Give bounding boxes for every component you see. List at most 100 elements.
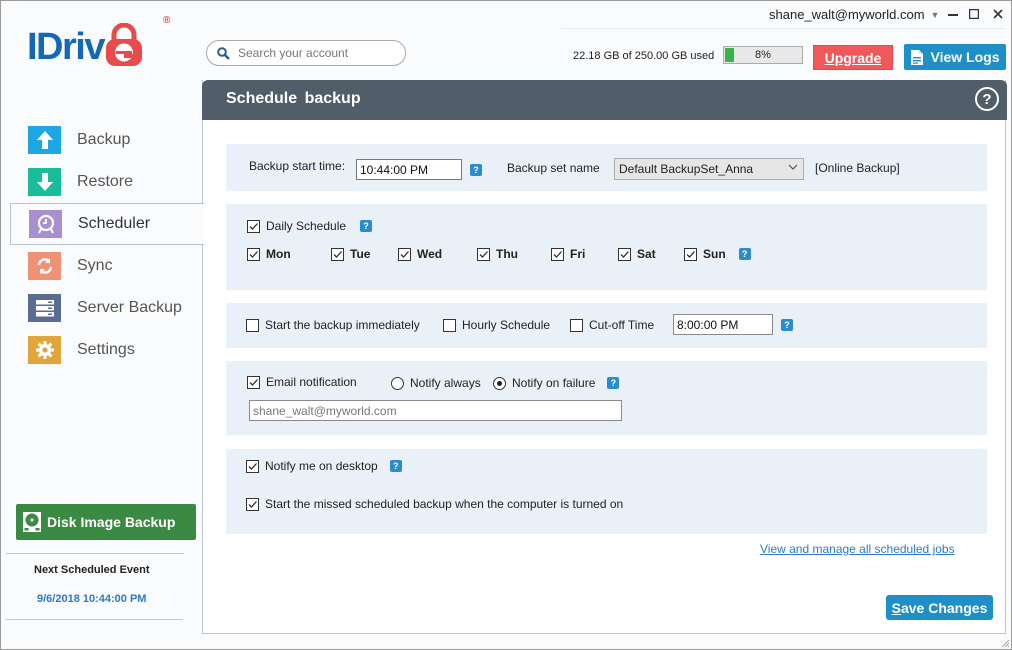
day-checkbox[interactable] (477, 247, 490, 261)
help-icon[interactable]: ? (781, 319, 793, 331)
maximize-icon (969, 9, 979, 19)
missed-backup-label: Start the missed scheduled backup when t… (265, 497, 624, 511)
download-arrow-icon (28, 168, 61, 196)
notify-desktop-label: Notify me on desktop (265, 459, 378, 473)
upgrade-button[interactable]: Upgrade (813, 45, 893, 70)
email-input[interactable] (249, 400, 622, 421)
app-window: shane_walt@myworld.com ▼ IDriv ® 22.18 G… (0, 0, 1012, 650)
day-checkbox[interactable] (551, 247, 564, 261)
help-icon[interactable]: ? (975, 87, 999, 111)
day-fri[interactable]: Fri (551, 247, 618, 261)
save-changes-button[interactable]: Save Changes (886, 595, 993, 620)
search-input[interactable] (238, 46, 388, 60)
day-label: Sun (703, 247, 726, 261)
day-label: Tue (350, 247, 371, 261)
sidebar-item-settings[interactable]: Settings (10, 329, 203, 371)
missed-backup-checkbox[interactable] (246, 497, 259, 511)
notify-on-failure-radio[interactable] (493, 376, 506, 390)
storage-usage-text: 22.18 GB of 250.00 GB used (573, 50, 715, 62)
disk-image-backup-label: Disk Image Backup (47, 514, 176, 530)
storage-usage-bar: 8% (723, 46, 803, 64)
backup-start-time-input[interactable] (356, 159, 462, 180)
disk-image-backup-button[interactable]: Disk Image Backup (16, 504, 196, 540)
help-icon[interactable]: ? (470, 164, 482, 176)
save-mnemonic: S (891, 599, 901, 616)
days-row: Mon Tue Wed Thu Fri Sat Sun ? (247, 247, 767, 261)
notify-on-failure-label: Notify on failure (512, 376, 596, 390)
clock-icon (29, 210, 62, 238)
day-label: Fri (570, 247, 586, 261)
day-wed[interactable]: Wed (398, 247, 477, 261)
email-notification-label: Email notification (266, 375, 357, 389)
day-thu[interactable]: Thu (477, 247, 551, 261)
day-label: Sat (637, 247, 656, 261)
backup-set-select[interactable]: Default BackupSet_Anna (614, 158, 804, 180)
panel-header: Schedule backup ? (202, 80, 1007, 120)
sidebar-item-sync[interactable]: Sync (10, 245, 203, 287)
day-label: Wed (417, 247, 443, 261)
chevron-down-icon (788, 162, 798, 175)
hourly-schedule-checkbox[interactable] (443, 318, 456, 332)
minimize-button[interactable] (942, 5, 964, 23)
day-checkbox[interactable] (331, 247, 344, 261)
day-tue[interactable]: Tue (331, 247, 398, 261)
registered-mark: ® (163, 15, 171, 26)
day-checkbox[interactable] (398, 247, 411, 261)
title-divider (561, 28, 1005, 29)
notify-desktop-checkbox[interactable] (246, 459, 259, 473)
minimize-icon (948, 14, 958, 16)
daily-schedule-checkbox[interactable] (247, 219, 260, 233)
sidebar-item-label: Settings (77, 341, 135, 358)
help-icon[interactable]: ? (360, 220, 373, 232)
help-icon[interactable]: ? (607, 377, 620, 389)
cutoff-time-checkbox[interactable] (570, 318, 583, 332)
document-icon (910, 49, 923, 65)
day-sun[interactable]: Sun ? (684, 247, 751, 261)
search-box[interactable] (206, 40, 406, 66)
next-scheduled-event-value: 9/6/2018 10:44:00 PM (37, 593, 147, 605)
email-notification-checkbox[interactable] (247, 375, 260, 389)
resize-grip-icon[interactable] (1000, 638, 1010, 648)
close-button[interactable] (987, 5, 1009, 23)
close-icon (993, 9, 1003, 19)
maximize-button[interactable] (963, 5, 985, 23)
help-icon[interactable]: ? (738, 248, 751, 260)
account-email: shane_walt@myworld.com (769, 7, 925, 22)
search-icon (217, 46, 230, 60)
backup-set-value: Default BackupSet_Anna (619, 162, 754, 176)
day-checkbox[interactable] (684, 247, 697, 261)
logo-text: IDriv (27, 26, 105, 68)
page-title: Schedule backup (226, 90, 361, 107)
sidebar-nav: Backup Restore Scheduler Sync Server Bac… (10, 119, 204, 371)
account-menu[interactable]: shane_walt@myworld.com ▼ (769, 7, 939, 22)
sidebar-item-label: Sync (77, 257, 113, 274)
hourly-schedule-label: Hourly Schedule (462, 318, 551, 332)
sync-icon (28, 252, 61, 280)
sidebar-item-label: Scheduler (78, 215, 151, 232)
help-icon[interactable]: ? (389, 460, 402, 472)
view-logs-label: View Logs (930, 49, 1000, 65)
chevron-down-icon: ▼ (930, 9, 940, 20)
sidebar-item-label: Backup (77, 131, 131, 148)
notify-always-radio[interactable] (391, 376, 404, 390)
manage-scheduled-jobs-link[interactable]: View and manage all scheduled jobs (760, 542, 955, 556)
sidebar-item-restore[interactable]: Restore (10, 161, 203, 203)
storage-usage-percent: 8% (755, 49, 771, 61)
divider (5, 619, 183, 620)
cutoff-time-input[interactable] (673, 314, 773, 335)
cutoff-time-label: Cut-off Time (589, 318, 655, 332)
disk-icon (23, 512, 41, 532)
sidebar-item-backup[interactable]: Backup (10, 119, 203, 161)
start-immediately-checkbox[interactable] (246, 318, 259, 332)
view-logs-button[interactable]: View Logs (904, 44, 1006, 70)
day-sat[interactable]: Sat (618, 247, 684, 261)
sidebar-item-scheduler[interactable]: Scheduler (10, 203, 204, 245)
day-label: Thu (496, 247, 518, 261)
day-mon[interactable]: Mon (247, 247, 331, 261)
backup-type-label: [Online Backup] (815, 161, 900, 175)
email-notification-section (226, 361, 987, 435)
day-checkbox[interactable] (618, 247, 631, 261)
divider (6, 553, 184, 554)
day-checkbox[interactable] (247, 247, 260, 261)
sidebar-item-server-backup[interactable]: Server Backup (10, 287, 203, 329)
